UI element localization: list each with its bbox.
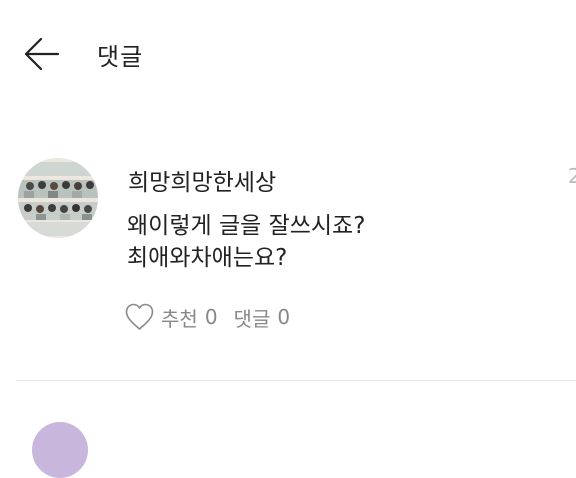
timestamp: 2 <box>568 164 576 188</box>
divider <box>17 380 576 381</box>
arrow-left-icon <box>24 37 60 71</box>
like-button[interactable]: 추천 0 <box>124 302 218 332</box>
avatar[interactable] <box>32 422 88 478</box>
page-title: 댓글 <box>97 43 144 71</box>
comment-line: 왜이렇게 글을 잘쓰시죠? <box>127 213 366 239</box>
heart-outline-icon <box>124 302 155 332</box>
comment-item: 희망희망한세상 2 왜이렇게 글을 잘쓰시죠? 최애와차애는요? 추천 0 댓글… <box>0 150 576 340</box>
comment-text: 왜이렇게 글을 잘쓰시죠? 최애와차애는요? <box>127 210 365 274</box>
like-count: 0 <box>204 305 218 329</box>
header-bar: 댓글 <box>0 0 576 110</box>
reply-count: 0 <box>277 305 291 329</box>
reply-label: 댓글 <box>233 306 271 331</box>
avatar[interactable] <box>18 158 98 238</box>
reply-button[interactable]: 댓글 0 <box>234 303 291 332</box>
username[interactable]: 희망희망한세상 <box>128 163 276 197</box>
comment-actions: 추천 0 댓글 0 <box>124 300 290 334</box>
comment-line: 최애와차애는요? <box>127 245 288 271</box>
back-button[interactable] <box>22 36 62 72</box>
like-label: 추천 <box>161 306 198 331</box>
